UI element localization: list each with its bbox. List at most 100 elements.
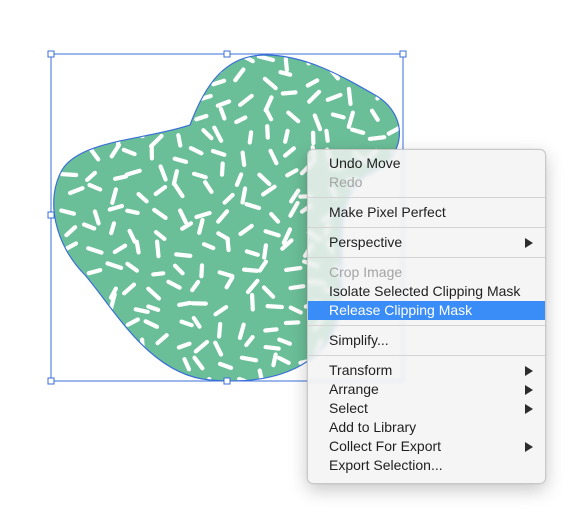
sprinkle xyxy=(176,133,183,148)
menu-item-isolate-selected-clipping-mask[interactable]: Isolate Selected Clipping Mask xyxy=(308,282,545,301)
menu-item-label: Isolate Selected Clipping Mask xyxy=(329,283,521,299)
sprinkle xyxy=(127,360,135,377)
sprinkle xyxy=(199,263,205,279)
sprinkle xyxy=(390,91,400,105)
menu-item-simplify[interactable]: Simplify... xyxy=(308,331,545,350)
sprinkle xyxy=(177,300,192,307)
menu-item-add-to-library[interactable]: Add to Library xyxy=(308,418,545,437)
sprinkle xyxy=(326,55,332,64)
sprinkle xyxy=(112,174,129,181)
sprinkle xyxy=(46,285,49,299)
sprinkle xyxy=(155,239,161,259)
sprinkle xyxy=(216,58,223,74)
menu-item-label: Arrange xyxy=(329,381,379,397)
menu-item-collect-for-export[interactable]: Collect For Export xyxy=(308,437,545,456)
sprinkle xyxy=(125,208,140,215)
menu-separator xyxy=(308,355,545,356)
sprinkle xyxy=(53,148,57,168)
sprinkle xyxy=(344,55,356,67)
menu-item-select[interactable]: Select xyxy=(308,399,545,418)
handle-top-center[interactable] xyxy=(223,50,231,58)
handle-top-right[interactable] xyxy=(399,50,407,58)
sprinkle xyxy=(109,66,121,81)
sprinkle xyxy=(93,299,102,314)
sprinkle xyxy=(242,267,260,273)
sprinkle xyxy=(37,188,45,199)
sprinkle xyxy=(197,75,206,92)
handle-middle-left[interactable] xyxy=(47,211,55,219)
menu-item-release-clipping-mask[interactable]: Release Clipping Mask xyxy=(308,301,545,320)
sprinkle xyxy=(111,321,119,336)
menu-item-label: Redo xyxy=(329,174,363,190)
menu-item-perspective[interactable]: Perspective xyxy=(308,233,545,252)
submenu-arrow-icon xyxy=(525,385,533,395)
sprinkle xyxy=(41,222,44,236)
sprinkle xyxy=(106,383,113,393)
menu-item-label: Export Selection... xyxy=(329,457,443,473)
sprinkle xyxy=(86,55,100,67)
sprinkle xyxy=(53,56,56,65)
sprinkle xyxy=(140,337,146,356)
handle-bottom-left[interactable] xyxy=(47,377,55,385)
sprinkle xyxy=(122,92,141,99)
context-menu[interactable]: Undo Move Redo Make Pixel Perfect Perspecti… xyxy=(307,149,546,484)
menu-separator xyxy=(308,197,545,198)
sprinkle xyxy=(86,333,100,350)
sprinkle xyxy=(63,267,83,275)
sprinkle xyxy=(154,87,161,106)
sprinkle xyxy=(44,320,50,333)
submenu-arrow-icon xyxy=(525,366,533,376)
sprinkle xyxy=(225,236,231,253)
menu-item-label: Add to Library xyxy=(329,419,417,435)
sprinkle xyxy=(250,292,255,312)
sprinkle xyxy=(126,69,138,86)
sprinkle xyxy=(257,368,265,381)
sprinkle xyxy=(288,284,306,291)
submenu-arrow-icon xyxy=(525,442,533,452)
sprinkle xyxy=(398,112,400,125)
sprinkle xyxy=(174,252,193,258)
sprinkle xyxy=(88,93,102,107)
sprinkle xyxy=(37,337,49,346)
menu-item-label: Undo Move xyxy=(329,155,401,171)
menu-separator xyxy=(308,227,545,228)
menu-item-label: Transform xyxy=(329,362,393,378)
handle-top-left[interactable] xyxy=(47,50,55,58)
sprinkle xyxy=(62,317,78,326)
sprinkle xyxy=(60,172,79,178)
sprinkle xyxy=(283,56,289,73)
sprinkle xyxy=(367,135,387,141)
sprinkle xyxy=(324,128,330,143)
sprinkle xyxy=(280,90,298,96)
sprinkle xyxy=(167,56,183,63)
sprinkle xyxy=(86,268,103,276)
submenu-arrow-icon xyxy=(525,238,533,248)
menu-item-transform[interactable]: Transform xyxy=(308,361,545,380)
menu-item-redo: Redo xyxy=(308,173,545,192)
sprinkle xyxy=(153,105,162,123)
menu-item-make-pixel-perfect[interactable]: Make Pixel Perfect xyxy=(308,203,545,222)
menu-item-arrange[interactable]: Arrange xyxy=(308,380,545,399)
sprinkle xyxy=(278,70,293,77)
menu-item-export-selection[interactable]: Export Selection... xyxy=(308,456,545,475)
sprinkle xyxy=(375,70,389,80)
sprinkle xyxy=(171,92,190,102)
sprinkle xyxy=(85,132,101,142)
sprinkle xyxy=(38,306,46,314)
sprinkle xyxy=(247,130,254,145)
sprinkle xyxy=(57,360,70,376)
menu-item-undo-move[interactable]: Undo Move xyxy=(308,154,545,173)
sprinkle xyxy=(290,385,300,388)
handle-bottom-center[interactable] xyxy=(223,377,231,385)
sprinkle xyxy=(143,357,159,363)
sprinkle xyxy=(58,112,73,126)
sprinkle xyxy=(36,206,48,210)
sprinkle xyxy=(40,376,48,383)
sprinkle xyxy=(177,376,189,381)
sprinkle xyxy=(113,105,124,121)
sprinkle xyxy=(134,114,149,122)
sprinkle xyxy=(57,76,76,88)
sprinkle xyxy=(130,131,145,139)
sprinkle xyxy=(134,239,141,255)
sprinkle xyxy=(69,331,75,347)
